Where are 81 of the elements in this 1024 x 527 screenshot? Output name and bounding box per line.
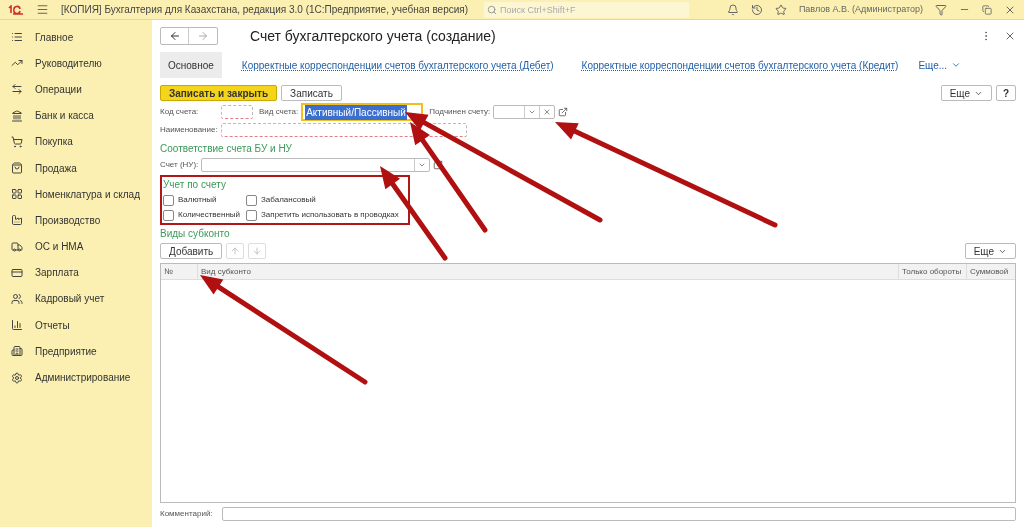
checkbox[interactable] bbox=[163, 209, 174, 221]
sidebar-item[interactable]: Номенклатура и склад bbox=[0, 181, 150, 208]
add-button[interactable]: Добавить bbox=[160, 243, 223, 259]
left-arrow-icon bbox=[168, 30, 181, 42]
down-arrow-icon bbox=[252, 246, 263, 256]
checkbox[interactable] bbox=[246, 194, 257, 206]
menu-icon[interactable] bbox=[36, 3, 49, 16]
field-label: Подчинен счету: bbox=[429, 106, 491, 118]
close-icon[interactable] bbox=[1004, 30, 1016, 42]
column-header[interactable]: Суммовой bbox=[967, 264, 1015, 279]
chart-icon bbox=[11, 319, 23, 332]
field-label: Счет (НУ): bbox=[160, 159, 200, 171]
section-heading: Соответствие счета БУ и НУ bbox=[160, 142, 293, 156]
save-close-button[interactable]: Записать и закрыть bbox=[160, 85, 278, 101]
bell-icon[interactable] bbox=[726, 3, 739, 16]
checkbox-label: Валютный bbox=[178, 194, 217, 206]
tabs-more-link[interactable]: Еще... bbox=[918, 57, 962, 73]
more-button[interactable]: Еще bbox=[964, 243, 1016, 259]
sidebar-item[interactable]: Банк и касса bbox=[0, 102, 150, 129]
tax-account-field[interactable] bbox=[201, 158, 430, 172]
restore-icon[interactable] bbox=[982, 4, 992, 15]
sidebar-item[interactable]: Операции bbox=[0, 76, 150, 103]
section-heading: Виды субконто bbox=[160, 227, 231, 241]
column-header[interactable]: Только обороты bbox=[899, 264, 967, 279]
caret-icon[interactable] bbox=[528, 108, 537, 116]
caret-icon[interactable] bbox=[418, 161, 426, 169]
grid-icon bbox=[11, 188, 23, 201]
card-icon bbox=[11, 266, 23, 279]
help-button[interactable]: ? bbox=[996, 85, 1016, 101]
search-field[interactable]: Поиск Ctrl+Shift+F bbox=[484, 1, 690, 18]
window-title: [КОПИЯ] Бухгалтерия для Казахстана, редакция 3.0 (1С:Предприятие, учебная версия) bbox=[61, 3, 469, 17]
gear-icon bbox=[11, 371, 23, 384]
section-heading: Учет по счету bbox=[163, 178, 227, 192]
account-type-field[interactable]: Активный/Пассивный bbox=[301, 103, 424, 121]
filter-icon[interactable] bbox=[935, 3, 947, 16]
open-icon[interactable] bbox=[558, 107, 569, 117]
parent-account-field[interactable] bbox=[493, 105, 556, 119]
sidebar-item[interactable]: Главное bbox=[0, 24, 150, 51]
tab[interactable]: Корректные корреспонденции счетов бухгалтерского учета (Дебет) bbox=[233, 52, 562, 78]
open-icon[interactable] bbox=[433, 160, 443, 170]
truck-icon bbox=[11, 240, 23, 253]
save-button[interactable]: Записать bbox=[281, 85, 342, 101]
sidebar-item[interactable]: Предприятие bbox=[0, 338, 150, 365]
search-icon bbox=[487, 4, 498, 15]
user-name[interactable]: Павлов А.В. (Администратор) bbox=[798, 2, 923, 17]
sidebar-item[interactable]: Кадровый учет bbox=[0, 285, 150, 313]
field-label: Наименование: bbox=[160, 124, 219, 136]
field-label: Код счета: bbox=[160, 106, 200, 118]
up-arrow-icon bbox=[230, 246, 241, 256]
caret-icon bbox=[951, 60, 962, 70]
form-title: Счет бухгалтерского учета (создание) bbox=[250, 26, 496, 46]
factory-icon bbox=[11, 214, 23, 227]
field-label: Вид счета: bbox=[259, 106, 299, 118]
sidebar-item[interactable]: Продажа bbox=[0, 154, 150, 182]
checkbox-label: Забалансовый bbox=[261, 194, 316, 206]
code-field[interactable] bbox=[221, 105, 253, 119]
sidebar-item[interactable]: Производство bbox=[0, 207, 150, 234]
cart-icon bbox=[11, 135, 23, 148]
sidebar-item[interactable]: Зарплата bbox=[0, 259, 150, 286]
field-label: Комментарий: bbox=[160, 508, 214, 520]
checkbox[interactable] bbox=[163, 194, 174, 206]
more-button[interactable]: Еще bbox=[940, 85, 992, 101]
list-icon bbox=[11, 31, 23, 44]
tab[interactable]: Корректные корреспонденции счетов бухгалтерского учета (Кредит) bbox=[573, 52, 907, 78]
history-icon[interactable] bbox=[750, 3, 763, 16]
checkbox-label: Количественный bbox=[178, 209, 240, 221]
sidebar-item[interactable]: Отчеты bbox=[0, 312, 150, 339]
star-icon[interactable] bbox=[774, 3, 787, 16]
sidebar-item[interactable]: Покупка bbox=[0, 128, 150, 155]
sidebar-item[interactable]: Администрирование bbox=[0, 364, 150, 391]
clear-icon[interactable] bbox=[543, 108, 552, 116]
sidebar-item[interactable]: ОС и НМА bbox=[0, 233, 150, 260]
right-arrow-icon bbox=[197, 30, 209, 42]
checkbox-label: Запретить использовать в проводках bbox=[261, 209, 399, 221]
bag-icon bbox=[11, 162, 23, 175]
logo-icon bbox=[8, 4, 24, 15]
tab[interactable]: Основное bbox=[160, 52, 222, 78]
comment-field[interactable] bbox=[222, 507, 1016, 521]
sidebar-item[interactable]: Руководителю bbox=[0, 50, 150, 77]
column-header[interactable]: № bbox=[161, 264, 198, 279]
checkbox[interactable] bbox=[246, 209, 257, 221]
